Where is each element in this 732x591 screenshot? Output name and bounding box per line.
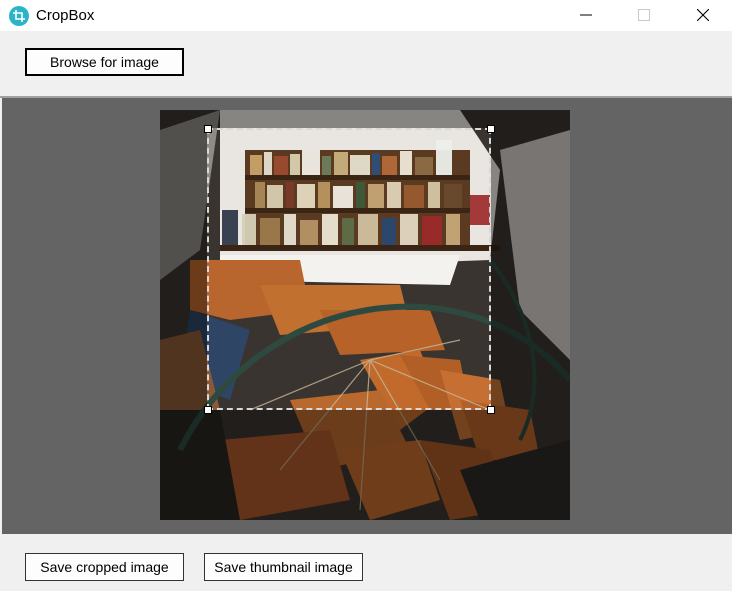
maximize-icon — [638, 9, 650, 21]
minimize-icon — [580, 14, 592, 16]
close-icon — [697, 9, 709, 21]
maximize-button[interactable] — [621, 0, 667, 31]
crop-icon — [9, 6, 29, 26]
photo — [160, 110, 570, 520]
save-cropped-button[interactable]: Save cropped image — [25, 553, 184, 581]
crop-handle-top-left[interactable] — [204, 125, 212, 133]
title-bar: CropBox — [0, 0, 732, 31]
toolbar: Browse for image — [0, 31, 732, 96]
window-title: CropBox — [36, 7, 95, 24]
close-button[interactable] — [680, 0, 726, 31]
crop-handle-bottom-left[interactable] — [204, 406, 212, 414]
footer: Save cropped image Save thumbnail image — [0, 534, 732, 591]
crop-handle-bottom-right[interactable] — [487, 406, 495, 414]
image-canvas[interactable] — [2, 98, 732, 534]
save-thumbnail-button[interactable]: Save thumbnail image — [204, 553, 363, 581]
browse-button[interactable]: Browse for image — [25, 48, 184, 76]
minimize-button[interactable] — [563, 0, 609, 31]
crop-selection[interactable] — [207, 128, 491, 410]
crop-handle-top-right[interactable] — [487, 125, 495, 133]
